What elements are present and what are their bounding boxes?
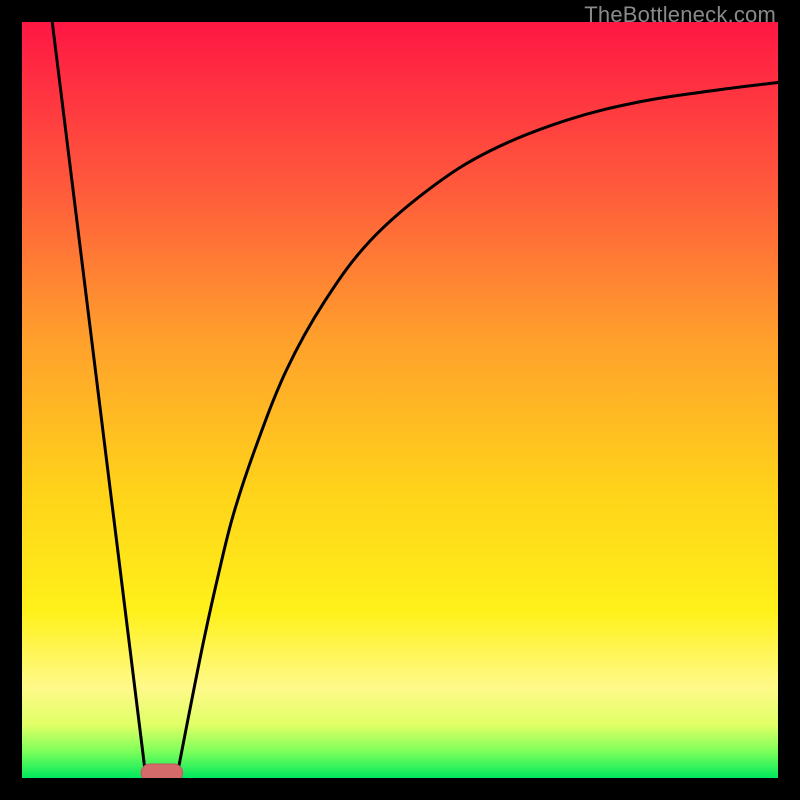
chart-frame: TheBottleneck.com (0, 0, 800, 800)
watermark-text: TheBottleneck.com (584, 2, 776, 28)
chart-background-gradient (22, 22, 778, 778)
bottom-marker (141, 764, 183, 778)
chart-svg (22, 22, 778, 778)
chart-plot-area (22, 22, 778, 778)
